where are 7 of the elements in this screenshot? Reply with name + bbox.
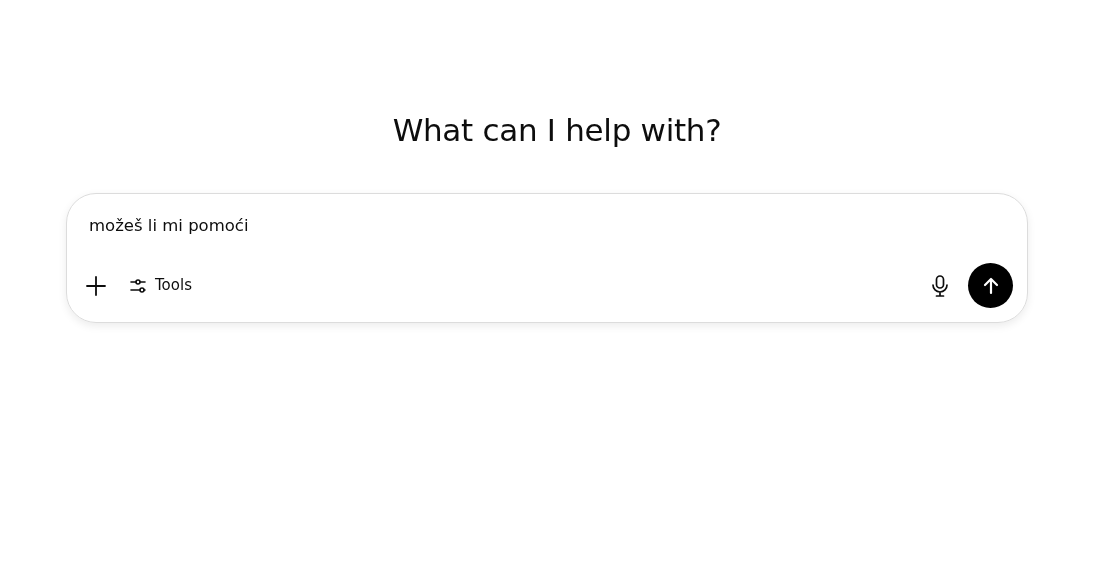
- message-input[interactable]: možeš li mi pomoći: [89, 214, 1013, 239]
- page-heading: What can I help with?: [391, 112, 723, 150]
- tools-button[interactable]: Tools: [121, 268, 200, 303]
- sliders-icon: [129, 276, 147, 295]
- microphone-icon: [930, 273, 950, 298]
- send-button[interactable]: [968, 263, 1013, 309]
- plus-icon: [85, 274, 107, 297]
